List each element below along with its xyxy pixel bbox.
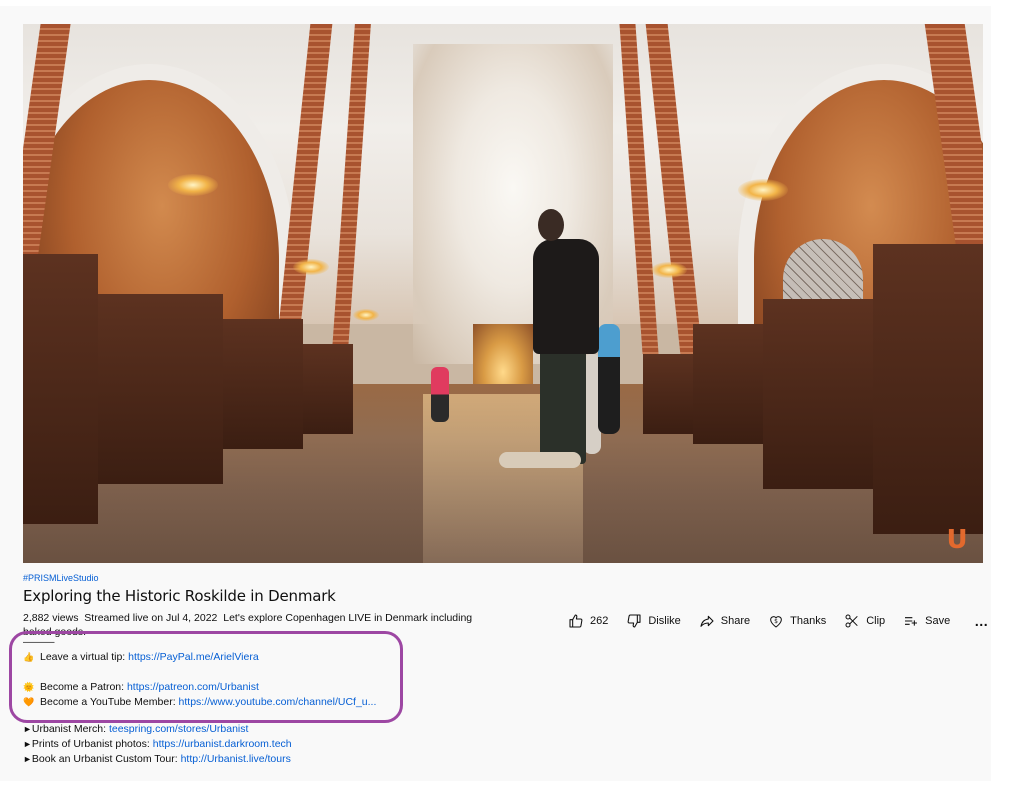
member-line: 🧡 Become a YouTube Member: https://www.yo…: [23, 695, 493, 710]
video-frame-chandelier: [353, 309, 379, 321]
playlist-add-icon: [905, 617, 918, 626]
video-title: Exploring the Historic Roskilde in Denma…: [23, 587, 336, 605]
sun-emoji-icon: 🌞: [23, 682, 35, 692]
save-label: Save: [925, 615, 951, 627]
more-actions-button[interactable]: …: [974, 613, 990, 629]
merch-line: ►Urbanist Merch: teespring.com/stores/Ur…: [23, 722, 493, 737]
tip-line: 👍 Leave a virtual tip: https://PayPal.me/…: [23, 650, 493, 665]
share-button[interactable]: Share: [699, 613, 750, 629]
prints-line: ►Prints of Urbanist photos: https://urba…: [23, 737, 493, 752]
tour-label: Book an Urbanist Custom Tour:: [31, 753, 181, 765]
thumbs-up-emoji-icon: 👍: [23, 652, 35, 662]
tip-label: Leave a virtual tip:: [40, 651, 129, 663]
description-intro-continued: baked goods.: [23, 626, 493, 637]
patreon-link[interactable]: https://patreon.com/Urbanist: [127, 681, 259, 693]
video-frame-man-shoes: [499, 452, 581, 468]
video-frame-person: [598, 324, 620, 434]
svg-text:$: $: [774, 618, 778, 625]
member-label: Become a YouTube Member:: [40, 696, 179, 708]
video-frame-chandelier: [738, 179, 788, 201]
patron-line: 🌞 Become a Patron: https://patreon.com/Ur…: [23, 680, 493, 695]
dislike-label: Dislike: [648, 615, 681, 627]
prints-link[interactable]: https://urbanist.darkroom.tech: [153, 738, 292, 750]
tour-link[interactable]: http://Urbanist.live/tours: [181, 753, 291, 765]
video-frame-man-legs: [540, 349, 586, 464]
video-player[interactable]: U: [23, 24, 983, 563]
dislike-button[interactable]: Dislike: [626, 613, 681, 629]
video-frame-person: [431, 367, 449, 422]
like-count: 262: [590, 615, 609, 627]
more-horizontal-icon: …: [974, 613, 990, 629]
description-intro: Let's explore Copenhagen LIVE in Denmark…: [223, 612, 473, 624]
save-button[interactable]: Save: [903, 613, 950, 629]
video-frame-man-body: [533, 239, 599, 354]
thanks-label: Thanks: [790, 615, 827, 627]
pointer-arrow-icon: ►: [23, 754, 32, 764]
pointer-arrow-icon: ►: [23, 739, 32, 749]
like-button[interactable]: 262: [568, 613, 608, 629]
thanks-button[interactable]: $ Thanks: [768, 613, 826, 629]
action-bar: 262 Dislike Share $ Thanks Clip Save …: [568, 611, 1007, 631]
video-frame-pew: [873, 244, 983, 534]
scissors-icon: [845, 614, 858, 628]
video-description[interactable]: 2,882 views Streamed live on Jul 4, 2022…: [23, 611, 493, 767]
pointer-arrow-icon: ►: [23, 724, 32, 734]
video-frame-chandelier: [168, 174, 218, 196]
tour-line: ►Book an Urbanist Custom Tour: http://Ur…: [23, 752, 493, 767]
share-arrow-icon: [700, 615, 714, 627]
merch-link[interactable]: teespring.com/stores/Urbanist: [109, 723, 248, 735]
channel-watermark-logo[interactable]: U: [946, 527, 968, 553]
description-header-line: 2,882 views Streamed live on Jul 4, 2022…: [23, 611, 493, 626]
clip-button[interactable]: Clip: [844, 613, 885, 629]
youtube-channel-link[interactable]: https://www.youtube.com/channel/UCf_u...: [179, 696, 377, 708]
video-frame-chandelier: [293, 259, 329, 275]
thumbs-up-icon: [569, 614, 583, 628]
patron-label: Become a Patron:: [40, 681, 127, 693]
view-count: 2,882 views: [23, 612, 79, 624]
thumbs-down-icon: [627, 614, 641, 628]
prints-label: Prints of Urbanist photos:: [31, 738, 153, 750]
heart-dollar-icon: $: [770, 616, 782, 628]
clip-label: Clip: [866, 615, 886, 627]
paypal-link[interactable]: https://PayPal.me/ArielViera: [128, 651, 259, 663]
video-frame-pew: [23, 254, 98, 524]
video-frame-pew: [83, 294, 223, 484]
orange-heart-emoji-icon: 🧡: [23, 697, 35, 707]
merch-label: Urbanist Merch:: [31, 723, 109, 735]
share-label: Share: [720, 615, 751, 627]
hashtag-link[interactable]: #PRISMLiveStudio: [23, 573, 99, 583]
video-frame-chandelier: [651, 262, 687, 278]
description-divider: ———: [23, 636, 55, 648]
stream-date: Streamed live on Jul 4, 2022: [84, 612, 218, 624]
video-frame-man-head: [538, 209, 564, 241]
